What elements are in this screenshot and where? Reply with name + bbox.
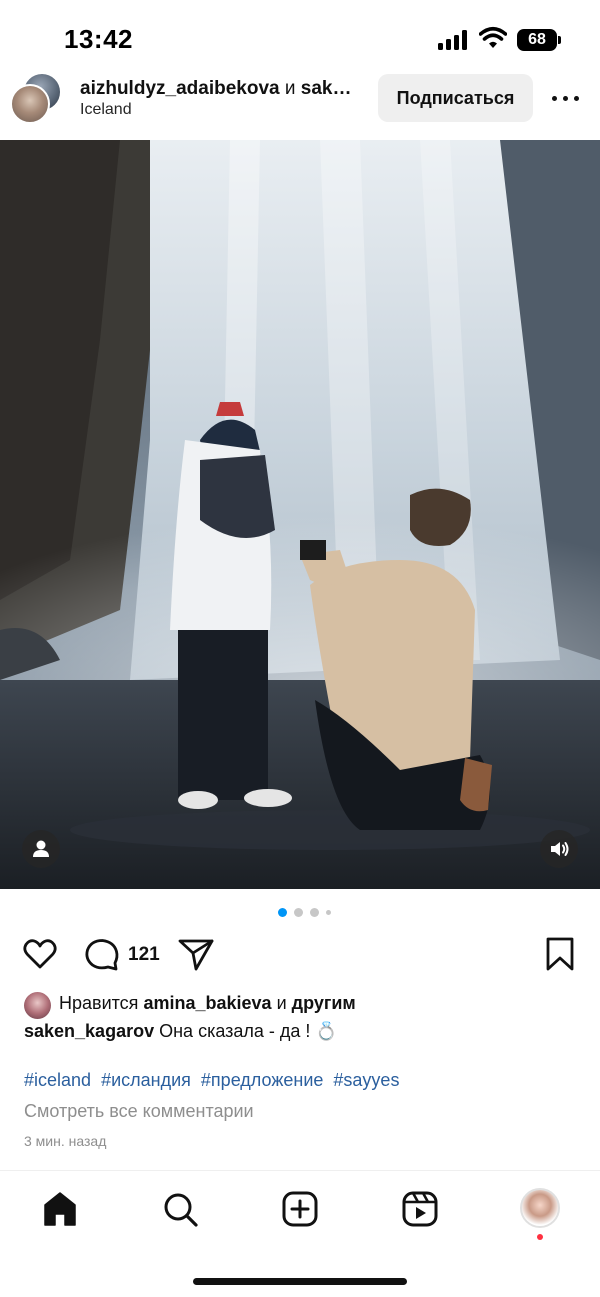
notification-dot (537, 1234, 543, 1240)
liker-username[interactable]: amina_bakieva (143, 993, 271, 1013)
post-header: aizhuldyz_adaibekova и sak… Iceland Подп… (0, 72, 600, 140)
hashtag-link[interactable]: #исландия (101, 1070, 191, 1090)
battery-level: 68 (517, 29, 557, 51)
carousel-indicator (278, 908, 350, 918)
tab-bar (0, 1170, 600, 1250)
authors-conjunction: и (284, 78, 296, 99)
post-location[interactable]: Iceland (80, 101, 132, 119)
author-username[interactable]: aizhuldyz_adaibekova (80, 78, 280, 99)
profile-avatar[interactable] (520, 1188, 560, 1228)
post-photo[interactable] (0, 140, 600, 889)
create-icon[interactable] (280, 1189, 320, 1229)
coauthor-username[interactable]: sak… (301, 78, 352, 99)
signal-icon (438, 30, 468, 50)
hashtag-link[interactable]: #sayyes (333, 1070, 399, 1090)
subscribe-button[interactable]: Подписаться (378, 74, 533, 122)
carousel-dot (278, 908, 287, 917)
carousel-dot (326, 910, 331, 915)
home-icon[interactable] (40, 1189, 80, 1229)
sound-icon[interactable] (540, 830, 578, 868)
status-time: 13:42 (64, 24, 133, 54)
status-bar: 13:42 68 (0, 0, 600, 72)
more-horizontal-icon[interactable] (552, 88, 580, 108)
likes-prefix: Нравится (59, 993, 139, 1013)
search-icon[interactable] (160, 1189, 200, 1229)
comment-count[interactable]: 121 (128, 944, 160, 966)
carousel-dot (294, 908, 303, 917)
hashtag-link[interactable]: #iceland (24, 1070, 91, 1090)
likes-conj: и (276, 993, 287, 1013)
post-timestamp: 3 мин. назад (24, 1133, 107, 1149)
hashtag-link[interactable]: #предложение (201, 1070, 323, 1090)
user-tag-icon[interactable] (22, 830, 60, 868)
action-bar: 121 (0, 934, 600, 978)
home-indicator[interactable] (193, 1278, 407, 1285)
view-comments-link[interactable]: Смотреть все комментарии (24, 1101, 254, 1122)
reels-icon[interactable] (400, 1189, 440, 1229)
heart-icon[interactable] (20, 934, 60, 974)
comment-icon[interactable] (82, 934, 122, 974)
likes-others[interactable]: другим (292, 993, 356, 1013)
wifi-icon (478, 26, 508, 50)
liker-avatar[interactable] (24, 992, 51, 1019)
caption-text: Она сказала - да ! 💍 (159, 1021, 338, 1041)
bookmark-icon[interactable] (540, 934, 580, 974)
caption: saken_kagarov Она сказала - да ! 💍 (24, 1021, 338, 1042)
post-authors[interactable]: aizhuldyz_adaibekova и sak… (80, 78, 351, 100)
author-avatars[interactable] (10, 72, 66, 128)
caption-author[interactable]: saken_kagarov (24, 1021, 154, 1041)
hashtags: #iceland #исландия #предложение #sayyes (24, 1070, 404, 1091)
author-avatar[interactable] (10, 84, 50, 124)
carousel-dot (310, 908, 319, 917)
post-image (0, 140, 600, 889)
share-icon[interactable] (176, 934, 216, 974)
battery-icon: 68 (517, 29, 561, 51)
